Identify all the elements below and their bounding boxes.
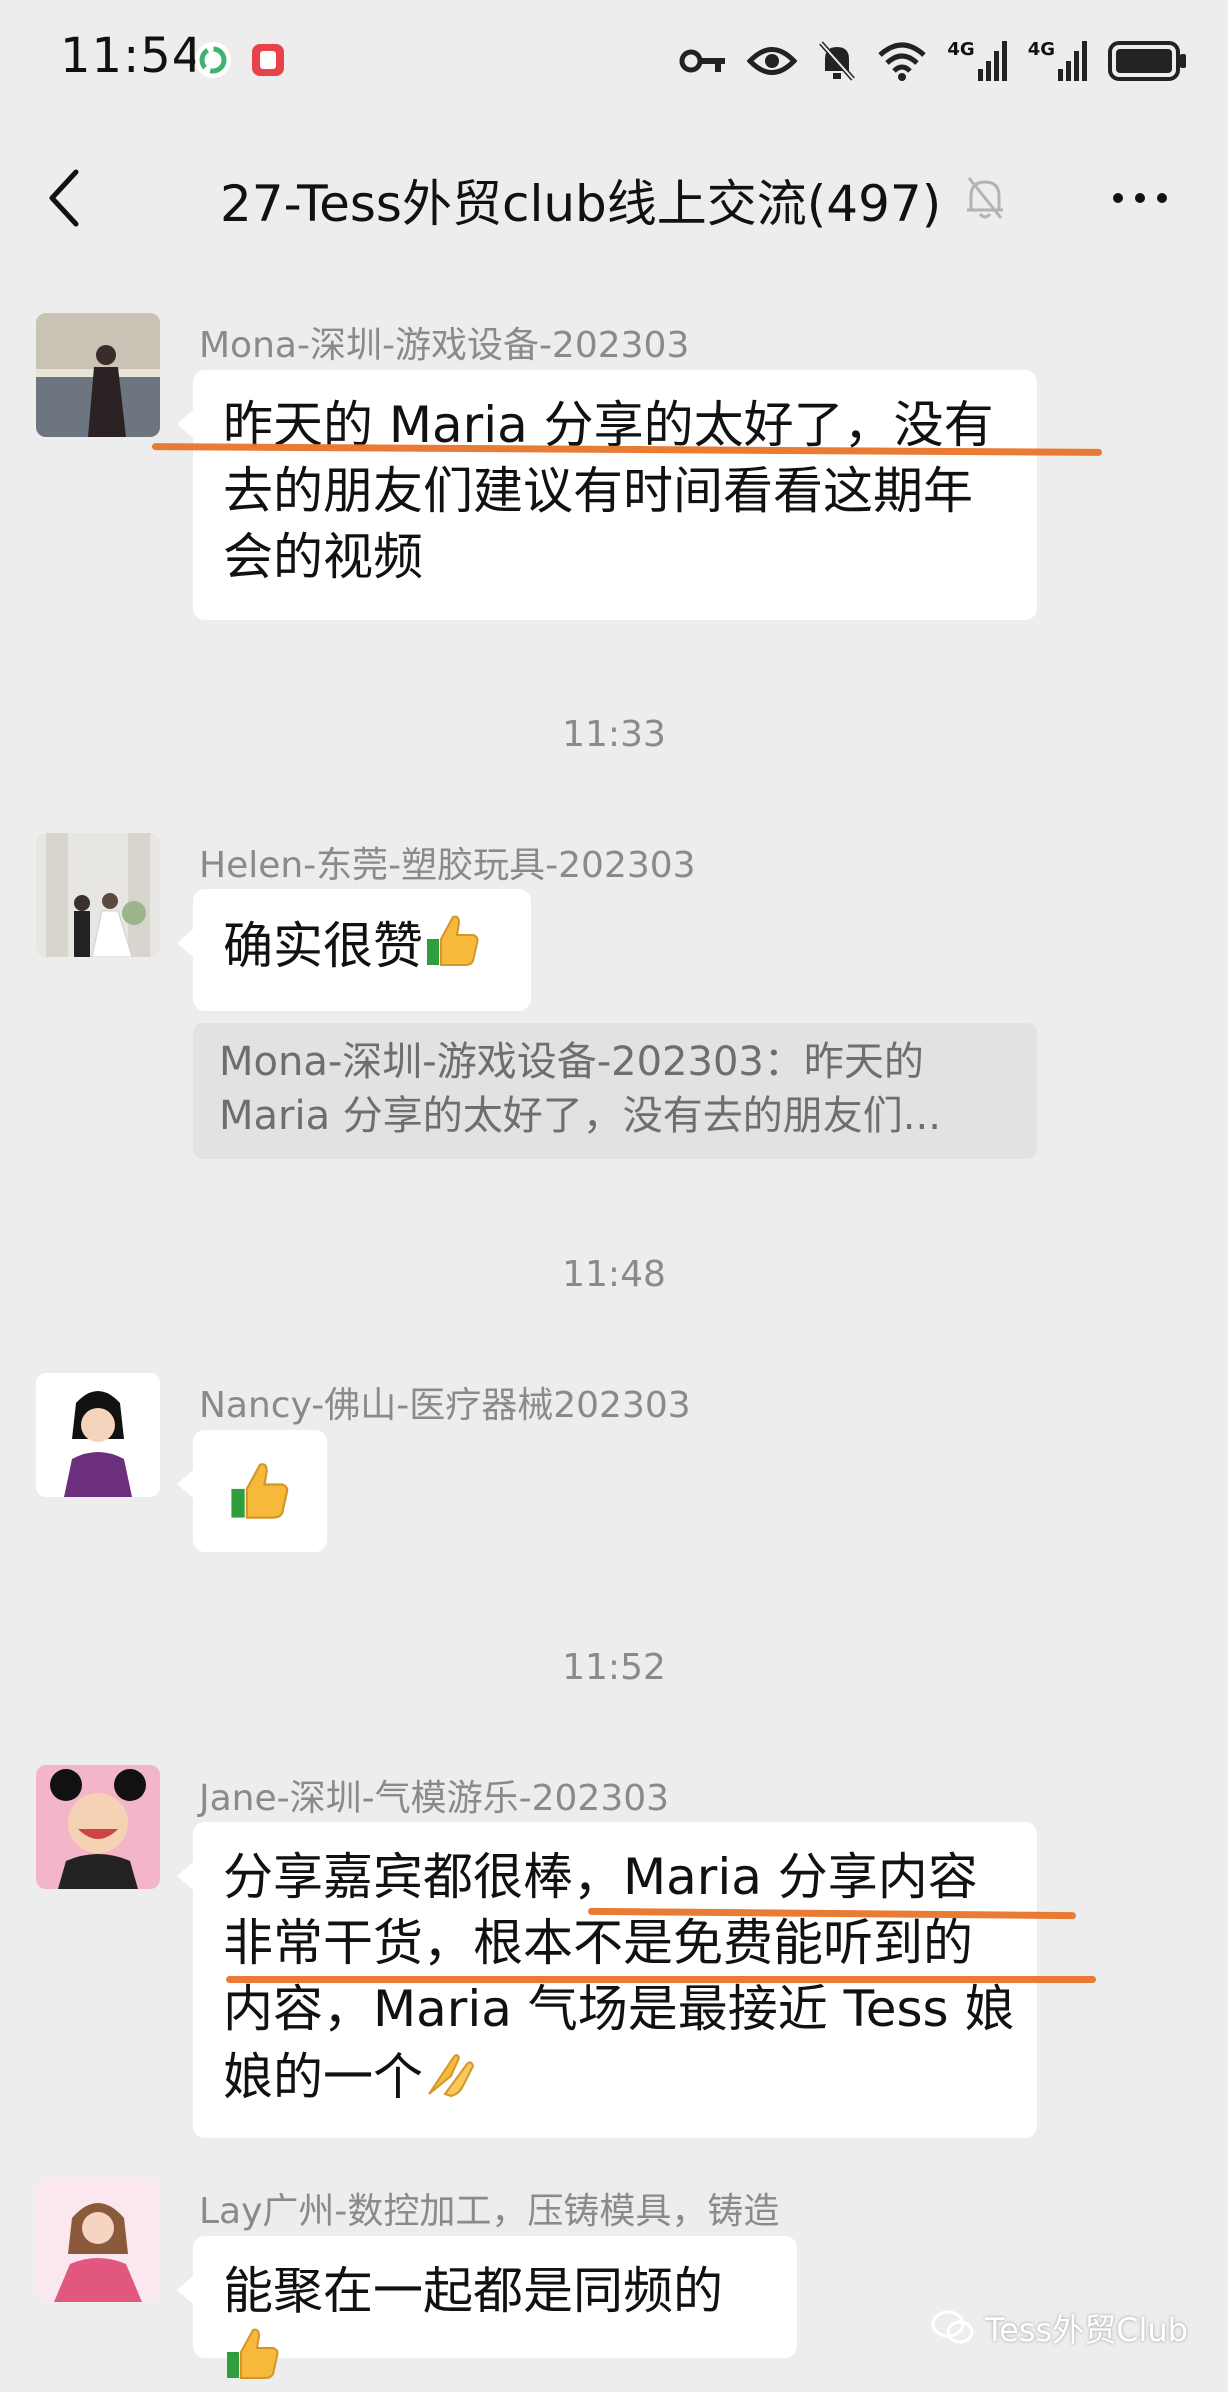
signal-4g-2: 4G — [1028, 41, 1088, 81]
message-line: 娘的一个 — [223, 2048, 423, 2106]
back-arrow-icon[interactable] — [44, 168, 84, 228]
message-line: 分享嘉宾都很棒，Maria 分享内容 — [223, 1848, 978, 1906]
network-label-2: 4G — [1027, 39, 1055, 60]
message-bubble[interactable]: 昨天的 Maria 分享的太好了，没有 去的朋友们建议有时间看看这期年 会的视频 — [177, 370, 1037, 620]
sender-name: Mona-深圳-游戏设备-202303 — [199, 325, 690, 366]
thumbs-up-emoji-icon — [227, 2328, 279, 2379]
recycle-app-notification-icon — [195, 42, 231, 78]
avatar[interactable] — [36, 313, 160, 437]
more-options-icon[interactable] — [1110, 188, 1170, 208]
timestamp: 11:48 — [562, 1254, 666, 1295]
status-time: 11:54 — [60, 28, 204, 84]
wifi-icon — [878, 42, 927, 81]
chat-title: 27-Tess外贸club线上交流(497) — [220, 175, 942, 233]
highlight-underline — [226, 1976, 1096, 1983]
signal-4g-1: 4G — [947, 41, 1007, 81]
timestamp: 11:33 — [562, 714, 666, 755]
thumbs-up-emoji-icon — [427, 915, 479, 966]
system-status-icons: 4G 4G — [679, 38, 1188, 84]
eye-icon — [747, 47, 798, 75]
watermark-text: Tess外贸Club — [985, 2311, 1188, 2349]
silent-bell-icon — [819, 41, 856, 81]
avatar[interactable] — [36, 1765, 160, 1889]
avatar[interactable] — [36, 833, 160, 957]
quote-line: Mona-深圳-游戏设备-202303：昨天的 — [219, 1039, 924, 1085]
thumbs-up-emoji-icon — [231, 1463, 289, 1519]
sender-name: Jane-深圳-气模游乐-202303 — [199, 1778, 670, 1819]
red-app-notification-icon — [250, 42, 286, 78]
status-bar: 11:54 4G 4G — [0, 0, 1228, 120]
message-line: 确实很赞 — [223, 917, 423, 975]
sender-name: Lay广州-数控加工，压铸模具，铸造 — [199, 2191, 780, 2232]
message-line: 非常干货，根本不是免费能听到的 — [223, 1914, 973, 1972]
message-line: 能聚在一起都是同频的 — [223, 2262, 723, 2320]
avatar[interactable] — [36, 1373, 160, 1497]
timestamp: 11:52 — [562, 1647, 666, 1688]
message-bubble[interactable]: 确实很赞 — [177, 889, 531, 1011]
message-line: 内容，Maria 气场是最接近 Tess 娘 — [223, 1980, 1015, 2038]
wechat-logo-icon — [931, 2310, 974, 2344]
message-line: 会的视频 — [223, 528, 423, 586]
watermark: Tess外贸Club — [931, 2305, 1188, 2351]
quoted-message[interactable]: Mona-深圳-游戏设备-202303：昨天的 Maria 分享的太好了，没有去… — [193, 1023, 1037, 1159]
avatar[interactable] — [36, 2178, 160, 2302]
mute-bell-icon — [967, 177, 1003, 219]
battery-icon — [1108, 41, 1186, 81]
key-icon — [679, 49, 726, 73]
signal-bars-icon — [1058, 41, 1087, 81]
message-line: 去的朋友们建议有时间看看这期年 — [223, 462, 973, 520]
sender-name: Nancy-佛山-医疗器械202303 — [199, 1385, 691, 1426]
message-line-with-emoji: 娘的一个 — [223, 2042, 1007, 2110]
signal-bars-icon — [977, 41, 1007, 81]
message-bubble[interactable]: 能聚在一起都是同频的 — [177, 2236, 797, 2379]
chat-header: 27-Tess外贸club线上交流(497) — [0, 120, 1228, 270]
message-bubble[interactable] — [177, 1430, 327, 1552]
praying-hands-emoji-icon — [428, 2054, 475, 2098]
quote-line: Maria 分享的太好了，没有去的朋友们... — [219, 1093, 941, 1139]
sender-name: Helen-东莞-塑胶玩具-202303 — [199, 845, 696, 886]
network-label-1: 4G — [947, 39, 975, 60]
